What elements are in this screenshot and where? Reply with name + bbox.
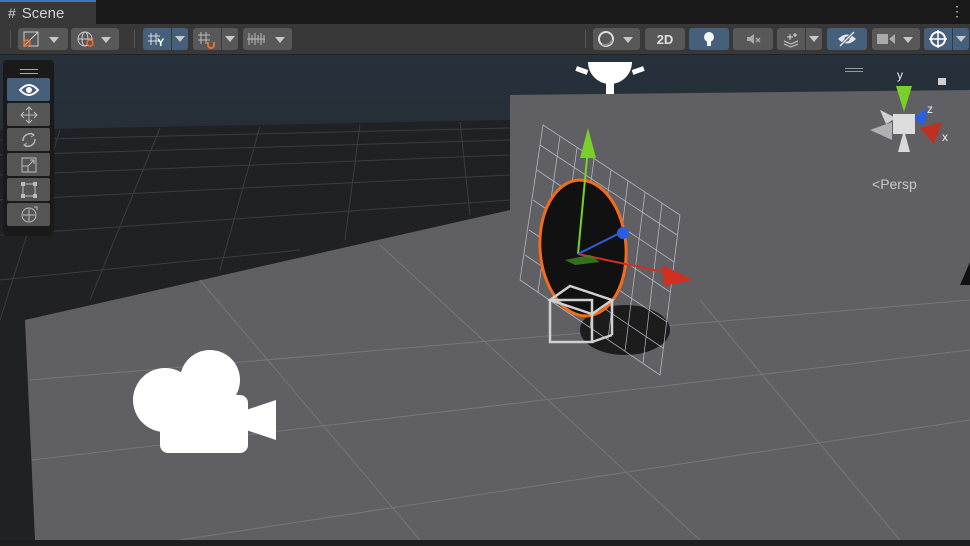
grid-visibility-dropdown[interactable] — [172, 28, 188, 50]
projection-toggle[interactable]: <Persp — [872, 176, 917, 192]
camera-icon — [877, 34, 913, 44]
svg-text:Y: Y — [157, 37, 165, 49]
more-options-icon[interactable]: ⋮ — [950, 2, 964, 20]
effects-button[interactable] — [777, 28, 805, 50]
rect-transform-icon — [20, 181, 37, 198]
tool-move[interactable] — [7, 103, 50, 126]
tool-rotate[interactable] — [7, 128, 50, 151]
2d-label: 2D — [656, 31, 674, 47]
bottom-border — [0, 540, 970, 546]
ruler-icon — [247, 33, 285, 45]
gizmo-icon — [929, 30, 947, 48]
scene-toolbar: Y 2D — [0, 24, 970, 55]
tools-overlay — [3, 60, 54, 236]
rotate-icon — [21, 132, 36, 147]
mute-icon — [747, 34, 761, 44]
increment-snap-button[interactable] — [243, 28, 292, 50]
tool-view[interactable] — [7, 78, 50, 101]
grid-snapping-button[interactable] — [193, 28, 221, 50]
gizmo-y-label: y — [897, 68, 903, 82]
2d-toggle-button[interactable]: 2D — [645, 28, 685, 50]
z-axis-handle[interactable] — [617, 227, 629, 239]
magnet-icon — [198, 32, 215, 49]
overlay-drag-handle[interactable] — [7, 64, 50, 78]
shading-icon — [23, 31, 59, 47]
hidden-objects-button[interactable] — [827, 28, 867, 50]
tab-scene[interactable]: # Scene — [0, 0, 96, 24]
scene-viewport[interactable]: y z x — [0, 55, 970, 540]
gizmos-button[interactable] — [924, 28, 952, 50]
tool-transform[interactable] — [7, 203, 50, 226]
grid-y-icon: Y — [148, 33, 165, 49]
toolbar-separator — [585, 30, 586, 48]
gizmo-x-label: x — [942, 130, 948, 144]
sphere-icon — [598, 31, 633, 47]
projection-label: Persp — [880, 176, 917, 192]
camera-button[interactable] — [872, 28, 920, 50]
transform-icon — [21, 206, 37, 222]
scene-render: y z x — [0, 55, 970, 540]
draw-mode-button[interactable] — [18, 28, 68, 50]
tool-scale[interactable] — [7, 153, 50, 176]
effects-dropdown[interactable] — [806, 28, 822, 50]
toolbar-separator — [134, 30, 135, 48]
tab-title: Scene — [21, 4, 65, 22]
globe-icon — [77, 31, 111, 47]
audio-button[interactable] — [733, 28, 773, 50]
gizmo-z-label: z — [927, 102, 933, 116]
eye-slash-icon — [838, 30, 856, 48]
lighting-button[interactable] — [689, 28, 729, 50]
move-arrows-icon — [19, 105, 38, 124]
render-mode-button[interactable] — [593, 28, 640, 50]
scale-icon — [21, 157, 36, 172]
gizmos-dropdown[interactable] — [953, 28, 969, 50]
layers-icon — [783, 33, 799, 48]
eye-icon — [18, 83, 39, 96]
grid-snapping-dropdown[interactable] — [222, 28, 238, 50]
global-local-button[interactable] — [71, 28, 119, 50]
tab-bar: # Scene ⋮ — [0, 0, 970, 24]
grid-visibility-button[interactable]: Y — [143, 28, 171, 50]
bulb-icon — [704, 32, 714, 46]
chevron-left-icon: < — [872, 176, 881, 192]
gizmo-drag-handle[interactable] — [845, 68, 863, 72]
tool-rect[interactable] — [7, 178, 50, 201]
grid-hash-icon: # — [8, 5, 16, 21]
toolbar-grip — [10, 30, 11, 48]
